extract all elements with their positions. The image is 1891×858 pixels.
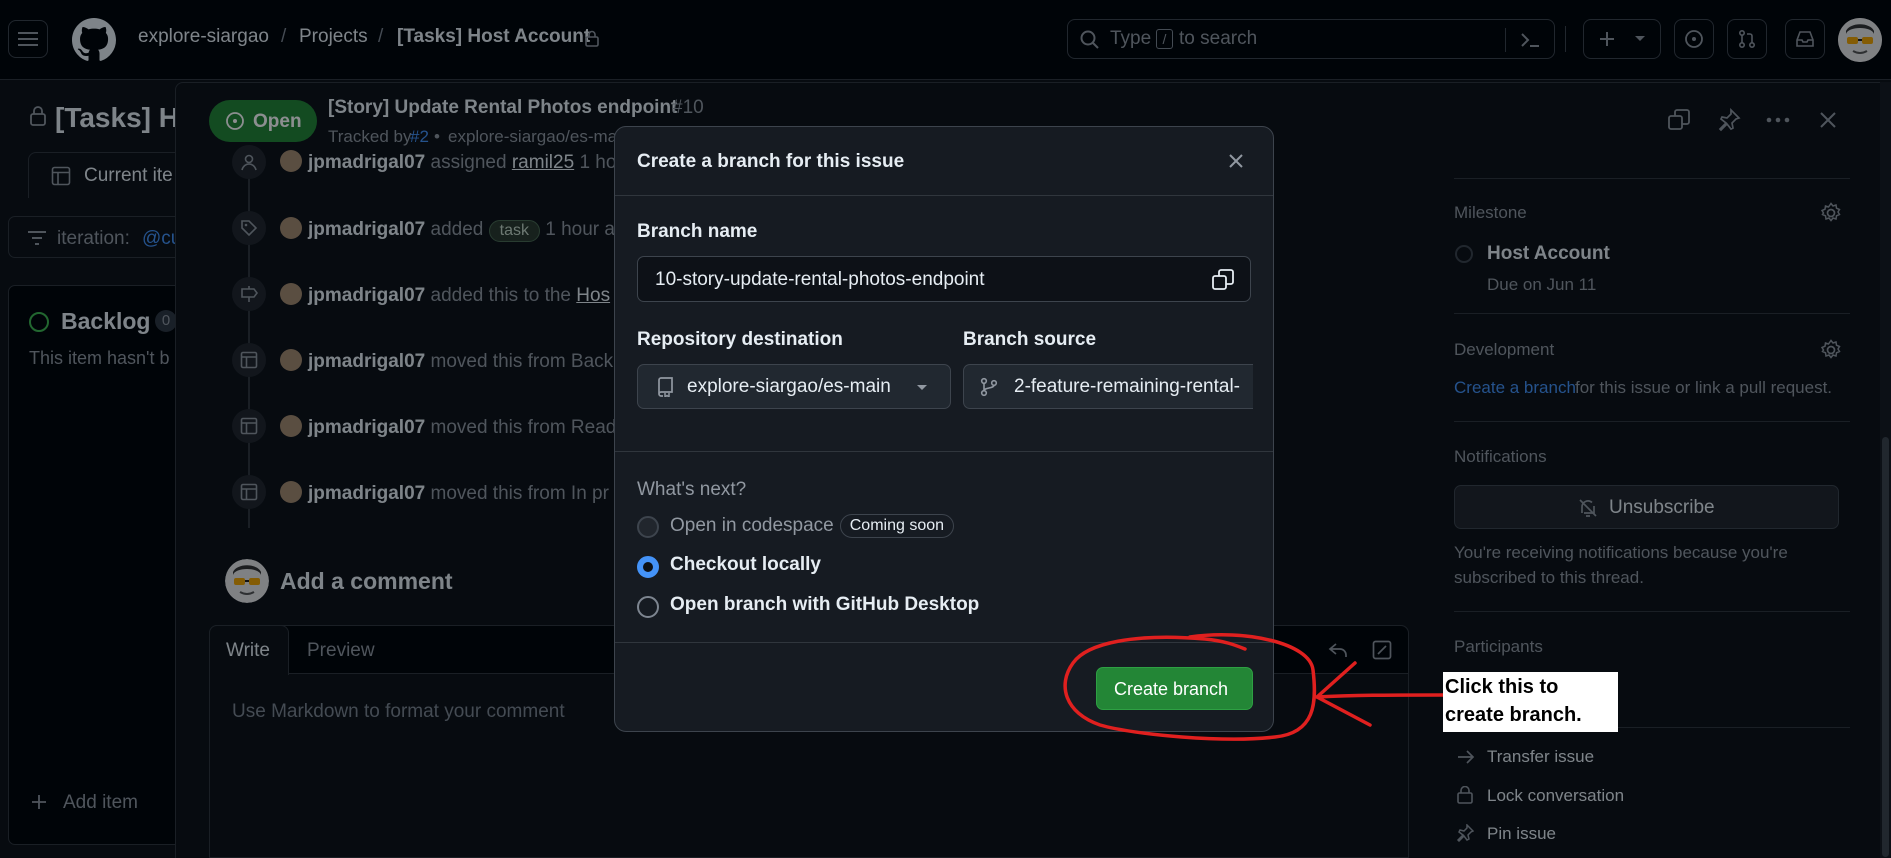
- branch-source-label: Branch source: [963, 329, 1097, 350]
- branch-name-value: 10-story-update-rental-photos-endpoint: [655, 269, 985, 290]
- whats-next-label: What's next?: [637, 479, 747, 500]
- repository-destination-value: explore-siargao/es-main: [687, 376, 891, 397]
- option-open-with-github-desktop[interactable]: Open branch with GitHub Desktop: [670, 594, 979, 616]
- divider: [615, 195, 1273, 196]
- option-label: Open in codespace: [670, 515, 834, 536]
- radio-checkout-locally[interactable]: [637, 556, 659, 578]
- annotation-note: Click this to create branch.: [1443, 672, 1618, 732]
- divider: [615, 451, 1273, 452]
- close-icon: [1229, 154, 1243, 168]
- annotation-circle: [1063, 633, 1317, 741]
- chevron-down-icon: [917, 385, 927, 390]
- copy-branch-name-button[interactable]: [1211, 268, 1235, 292]
- option-open-in-codespace: Open in codespace Coming soon: [670, 514, 955, 538]
- radio-open-in-codespace: [637, 516, 659, 538]
- repo-icon: [658, 377, 673, 397]
- branch-source-value: 2-feature-remaining-rental-: [1014, 376, 1240, 397]
- dialog-title: Create a branch for this issue: [637, 151, 905, 172]
- annotation-text: create branch.: [1445, 704, 1582, 726]
- branch-name-input[interactable]: 10-story-update-rental-photos-endpoint: [637, 256, 1251, 302]
- close-dialog-button[interactable]: [1226, 151, 1246, 171]
- repository-destination-label: Repository destination: [637, 329, 843, 350]
- branch-source-select[interactable]: 2-feature-remaining-rental-: [963, 364, 1253, 409]
- annotation-circle-and-arrow: [1063, 633, 1445, 741]
- radio-open-with-github-desktop[interactable]: [637, 596, 659, 618]
- option-checkout-locally[interactable]: Checkout locally: [670, 554, 821, 576]
- annotation-arrow-shaft: [1315, 693, 1445, 699]
- branch-name-label: Branch name: [637, 221, 758, 242]
- git-branch-icon: [980, 377, 998, 397]
- copy-icon: [1212, 269, 1234, 290]
- coming-soon-badge: Coming soon: [839, 514, 955, 538]
- repository-destination-select[interactable]: explore-siargao/es-main: [637, 364, 951, 409]
- annotation-text: Click this to: [1445, 676, 1559, 698]
